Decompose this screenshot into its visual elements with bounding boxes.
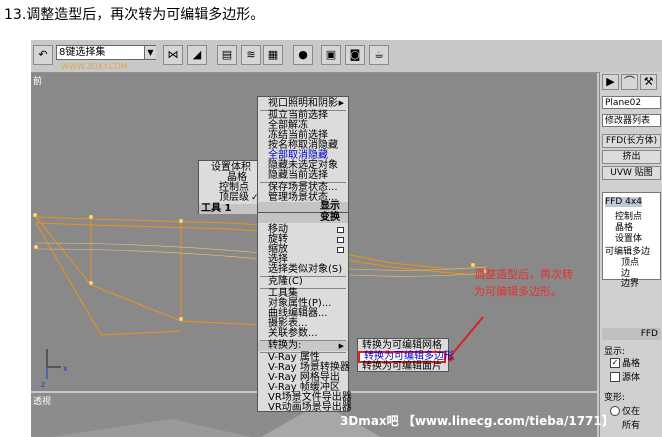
- lattice-label: 晶格: [622, 359, 641, 369]
- lattice-checkbox[interactable]: ✓: [610, 358, 620, 368]
- chevron-down-icon[interactable]: ▼: [144, 46, 156, 59]
- menu-item[interactable]: 转换为可编辑面片: [358, 362, 442, 372]
- radio-label: 所有: [622, 421, 641, 431]
- submenu-arrow-icon: ▶: [338, 342, 344, 350]
- annotation-text: 调整造型后，再次转为可编辑多边形。: [474, 268, 573, 298]
- step-heading: 13.调整造型后，再次转为可编辑多边形。: [4, 7, 265, 23]
- rollout-header[interactable]: FFD: [602, 328, 661, 340]
- menu-item[interactable]: VR动画场景导出器: [258, 403, 352, 413]
- menu-item[interactable]: 顶层级: [199, 193, 249, 203]
- menu-item[interactable]: 克隆(C): [258, 277, 303, 287]
- undo-icon[interactable]: ↶: [33, 45, 53, 65]
- menu-item[interactable]: 选择类似对象(S): [258, 265, 342, 275]
- command-panel: ▶ ⌒ ⚒ Plane02 修改器列表 FFD(长方体) 挤出 UVW 贴图 F…: [599, 72, 662, 437]
- hierarchy-tab-icon[interactable]: ⚒: [640, 74, 657, 90]
- settings-box-icon[interactable]: [337, 247, 344, 253]
- quad-title: 显示: [258, 202, 348, 212]
- quick-render-icon[interactable]: ☕: [369, 45, 389, 65]
- modifier-stack[interactable]: FFD 4x4 控制点 晶格 设置体 可编辑多边 顶点 边 边界: [602, 192, 661, 289]
- quad-menu-display: 视口照明和阴影 ▶ 孤立当前选择 全部解冻 冻结当前选择 按名称取消隐藏 全部取…: [257, 96, 349, 212]
- settings-box-icon[interactable]: [337, 227, 344, 233]
- settings-box-icon[interactable]: [337, 237, 344, 243]
- max-window: ↶ 8键选择集 ▼ ⋈ ◢ ▤ ≋ ▦ ● ▣ ◙ ☕ WWW.3DXY.COM…: [31, 40, 662, 437]
- convert-submenu: 转换为可编辑网格 转换为可编辑多边形 转换为可编辑面片: [357, 338, 454, 372]
- submenu-arrow-icon: ▶: [338, 99, 344, 107]
- modifier-list-dropdown[interactable]: 修改器列表: [602, 114, 661, 127]
- menu-item[interactable]: 转换为可编辑网格: [358, 341, 442, 351]
- main-toolbar: ↶ 8键选择集 ▼ ⋈ ◢ ▤ ≋ ▦ ● ▣ ◙ ☕ WWW.3DXY.COM: [31, 40, 599, 73]
- modify-tab-icon[interactable]: ⌒: [621, 74, 638, 90]
- render-setup-icon[interactable]: ▣: [321, 45, 341, 65]
- selection-set-dropdown[interactable]: 8键选择集: [56, 45, 156, 60]
- material-editor-icon[interactable]: ●: [293, 45, 313, 65]
- source-volume-label: 源体: [622, 373, 641, 383]
- schematic-icon[interactable]: ▦: [263, 45, 283, 65]
- quad-menu-transform: 变换 移动 旋转 缩放 选择 选择类似对象(S) 克隆(C) 工具集 对象属性(…: [257, 212, 352, 413]
- menu-item[interactable]: 关联参数...: [258, 329, 318, 339]
- deform-label: 变形:: [604, 393, 626, 403]
- align-icon[interactable]: ◢: [187, 45, 207, 65]
- mirror-icon[interactable]: ⋈: [163, 45, 183, 65]
- object-name-field[interactable]: Plane02: [602, 96, 661, 109]
- stack-item[interactable]: FFD 4x4: [605, 197, 642, 207]
- ffd-box-button[interactable]: FFD(长方体): [602, 134, 661, 148]
- uvw-map-button[interactable]: UVW 贴图: [602, 166, 661, 180]
- menu-item[interactable]: 视口照明和阴影: [258, 99, 338, 109]
- curve-editor-icon[interactable]: ≋: [241, 45, 261, 65]
- layer-icon[interactable]: ▤: [217, 45, 237, 65]
- stack-item[interactable]: 边界: [621, 276, 639, 289]
- radio-label: 仅在: [622, 407, 641, 417]
- stack-item[interactable]: 设置体: [615, 231, 642, 244]
- menu-item[interactable]: 隐藏当前选择: [258, 171, 328, 181]
- quad-title: 变换: [258, 213, 348, 223]
- quad-title: 工具 1: [199, 204, 257, 214]
- quad-menu-tools1: 设置体积 晶格 控制点 顶层级 ✓ 工具 1: [198, 160, 259, 214]
- forum-watermark: 3Dmax吧 【www.linecg.com/tieba/1771】: [340, 414, 614, 428]
- source-volume-checkbox[interactable]: [610, 372, 620, 382]
- menu-item-convert-to[interactable]: 转换为:: [258, 341, 348, 351]
- extrude-button[interactable]: 挤出: [602, 150, 661, 164]
- render-frame-icon[interactable]: ◙: [345, 45, 365, 65]
- site-watermark: WWW.3DXY.COM: [61, 62, 128, 71]
- create-tab-icon[interactable]: ▶: [602, 74, 619, 90]
